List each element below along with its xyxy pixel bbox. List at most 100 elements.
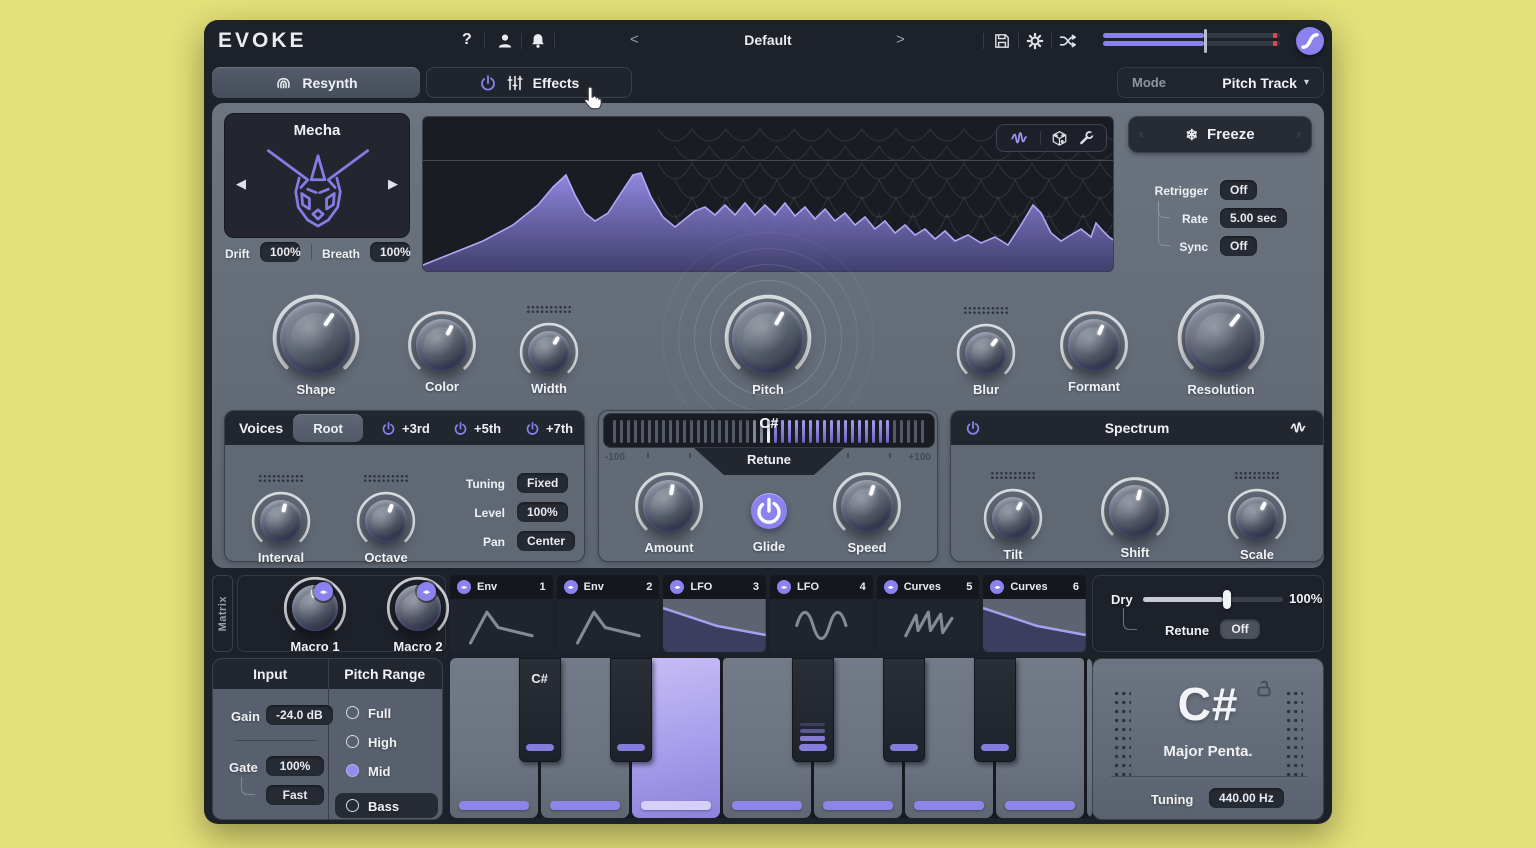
gain-value[interactable]: -24.0 dB (266, 705, 333, 725)
pitch-knob[interactable] (730, 300, 806, 376)
dry-slider[interactable] (1143, 597, 1283, 602)
wrench-icon[interactable] (1078, 130, 1095, 147)
black-key-A#[interactable] (974, 658, 1016, 762)
octave-knob[interactable] (363, 498, 409, 544)
sync-value[interactable]: Off (1220, 236, 1257, 256)
assign-arrows-icon[interactable]: ◂▸ (990, 580, 1004, 594)
assign-arrows-icon[interactable]: ◂▸ (777, 580, 791, 594)
sample-selector[interactable]: Mecha ◀ ▶ (224, 113, 410, 238)
black-key-G#[interactable] (883, 658, 925, 762)
tab-resynth[interactable]: Resynth (212, 67, 420, 98)
rate-value[interactable]: 5.00 sec (1220, 208, 1287, 228)
blur-knob[interactable] (963, 330, 1009, 376)
slot-waveform[interactable] (557, 599, 660, 652)
scale-name[interactable]: Major Penta. (1093, 743, 1323, 760)
radio-high[interactable] (346, 735, 359, 748)
drift-value[interactable]: 100% (260, 242, 300, 262)
pan-value[interactable]: Center (517, 531, 575, 551)
interval-knob[interactable] (258, 498, 304, 544)
voice-tab-5th[interactable]: +5th (453, 421, 501, 436)
freeze-button[interactable]: ‹ ❄ Freeze › (1128, 116, 1312, 153)
preset-name[interactable]: Default (664, 32, 872, 48)
macro2-assign-icon[interactable]: ◂▸ (417, 582, 436, 601)
amount-knob[interactable] (641, 478, 697, 534)
radio-bass[interactable] (346, 799, 359, 812)
shift-knob[interactable] (1107, 483, 1163, 539)
mode-dropdown[interactable]: Mode Pitch Track ▾ (1117, 67, 1324, 98)
shape-knob[interactable] (278, 300, 354, 376)
slot-waveform[interactable] (770, 599, 873, 652)
gate-value[interactable]: 100% (266, 756, 324, 776)
dry-slider-handle[interactable] (1223, 590, 1231, 609)
gear-icon[interactable] (1026, 32, 1044, 50)
save-icon[interactable] (993, 32, 1011, 50)
level-value[interactable]: 100% (517, 502, 568, 522)
global-curve-button[interactable] (1296, 27, 1324, 55)
slot-waveform[interactable] (663, 599, 766, 652)
tuning-value[interactable]: Fixed (517, 473, 568, 493)
slot-header[interactable]: ◂▸LFO4 (770, 575, 873, 599)
retrigger-value[interactable]: Off (1220, 180, 1257, 200)
retune-tuner-display[interactable]: C# (603, 413, 935, 448)
width-knob[interactable] (526, 329, 572, 375)
speed-knob[interactable] (839, 478, 895, 534)
power-icon[interactable] (525, 421, 540, 436)
radio-full[interactable] (346, 706, 359, 719)
slot-header[interactable]: ◂▸Env2 (557, 575, 660, 599)
slot-header[interactable]: ◂▸Curves6 (983, 575, 1086, 599)
mod-slot-env-1[interactable]: ◂▸Env1 (450, 575, 553, 652)
macro1-assign-icon[interactable]: ◂▸ (314, 582, 333, 601)
output-level-meter[interactable] (1103, 33, 1280, 49)
bell-icon[interactable] (529, 32, 547, 50)
assign-arrows-icon[interactable]: ◂▸ (457, 580, 471, 594)
slot-header[interactable]: ◂▸Env1 (450, 575, 553, 599)
assign-arrows-icon[interactable]: ◂▸ (884, 580, 898, 594)
preset-next-icon[interactable]: > (896, 31, 905, 48)
waveform-icon[interactable] (1287, 420, 1309, 436)
sample-next-icon[interactable]: ▶ (388, 176, 398, 192)
key-note[interactable]: C# (1093, 677, 1323, 731)
mod-slot-curves-5[interactable]: ◂▸Curves5 (877, 575, 980, 652)
power-icon[interactable] (381, 421, 396, 436)
black-key-C#[interactable]: C# (519, 658, 561, 762)
preset-prev-icon[interactable]: < (630, 31, 639, 48)
dice-icon[interactable] (1051, 130, 1068, 147)
mod-slot-lfo-3[interactable]: ◂▸LFO3 (663, 575, 766, 652)
breath-value[interactable]: 100% (370, 242, 410, 262)
tilt-knob[interactable] (990, 495, 1036, 541)
color-knob[interactable] (414, 317, 470, 373)
matrix-tab[interactable]: Matrix (212, 575, 233, 652)
gate-speed-value[interactable]: Fast (266, 785, 324, 805)
tuning-ref-value[interactable]: 440.00 Hz (1209, 788, 1284, 808)
power-icon[interactable] (479, 74, 497, 92)
waveform-icon[interactable] (1008, 130, 1030, 147)
help-icon[interactable]: ? (462, 31, 472, 49)
assign-arrows-icon[interactable]: ◂▸ (670, 580, 684, 594)
resolution-knob[interactable] (1183, 300, 1259, 376)
mod-slot-env-2[interactable]: ◂▸Env2 (557, 575, 660, 652)
mod-slot-curves-6[interactable]: ◂▸Curves6 (983, 575, 1086, 652)
black-key-F#[interactable] (792, 658, 834, 762)
voice-tab-root[interactable]: Root (293, 414, 363, 442)
piano-keyboard[interactable]: C# (450, 658, 1092, 818)
slot-header[interactable]: ◂▸Curves5 (877, 575, 980, 599)
slot-header[interactable]: ◂▸LFO3 (663, 575, 766, 599)
formant-knob[interactable] (1066, 317, 1122, 373)
voice-tab-3rd[interactable]: +3rd (381, 421, 430, 436)
power-icon[interactable] (453, 421, 468, 436)
assign-arrows-icon[interactable]: ◂▸ (564, 580, 578, 594)
glide-power-button[interactable] (751, 493, 787, 529)
shuffle-icon[interactable] (1059, 32, 1077, 50)
voice-tab-7th[interactable]: +7th (525, 421, 573, 436)
meter-handle[interactable] (1204, 29, 1207, 53)
radio-mid[interactable] (346, 764, 359, 777)
mod-slot-lfo-4[interactable]: ◂▸LFO4 (770, 575, 873, 652)
user-icon[interactable] (496, 32, 514, 50)
slot-waveform[interactable] (877, 599, 980, 652)
slot-waveform[interactable] (450, 599, 553, 652)
black-key-D#[interactable] (610, 658, 652, 762)
retune-mix-value[interactable]: Off (1220, 619, 1260, 639)
scale-knob[interactable] (1234, 495, 1280, 541)
slot-waveform[interactable] (983, 599, 1086, 652)
sample-prev-icon[interactable]: ◀ (236, 176, 246, 192)
